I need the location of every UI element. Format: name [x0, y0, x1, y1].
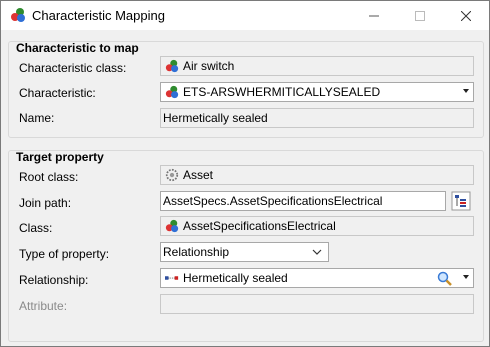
type-of-property-label: Type of property: [19, 247, 110, 261]
characteristic-group: Characteristic to map Characteristic cla… [8, 41, 484, 138]
join-path-picker-button[interactable] [451, 191, 471, 211]
title-bar[interactable]: Characteristic Mapping [1, 1, 489, 30]
characteristic-dropdown[interactable]: ETS-ARSWHERMITICALLYSEALED [160, 82, 474, 102]
root-class-label: Root class: [19, 170, 79, 184]
group-title: Characteristic to map [16, 41, 139, 55]
class-balls-icon [165, 59, 179, 73]
name-field: Hermetically sealed [160, 108, 474, 128]
dropdown-arrow-icon[interactable] [463, 275, 469, 279]
characteristic-label: Characteristic: [19, 86, 96, 100]
root-class-value: Asset [183, 168, 214, 182]
relationship-value: Hermetically sealed [183, 271, 288, 285]
class-value: AssetSpecificationsElectrical [183, 219, 336, 233]
window-title: Characteristic Mapping [32, 8, 165, 23]
characteristic-value: ETS-ARSWHERMITICALLYSEALED [183, 85, 381, 99]
magnifier-icon[interactable] [437, 271, 453, 287]
characteristic-class-field: Air switch [160, 56, 474, 76]
tree-picker-icon [451, 191, 471, 211]
close-icon [461, 10, 471, 21]
join-path-input[interactable]: AssetSpecs.AssetSpecificationsElectrical [160, 191, 446, 211]
join-path-label: Join path: [19, 196, 72, 210]
type-of-property-value: Relationship [163, 245, 230, 259]
relationship-label: Relationship: [19, 273, 89, 287]
class-balls-icon [165, 219, 179, 233]
minimize-icon [369, 15, 379, 16]
characteristic-class-value: Air switch [183, 59, 235, 73]
class-balls-icon [11, 8, 25, 22]
attribute-label: Attribute: [19, 299, 68, 313]
group-title: Target property [16, 150, 104, 164]
relationship-arrow-icon [165, 276, 179, 280]
name-value: Hermetically sealed [163, 111, 268, 125]
type-of-property-select[interactable]: Relationship [160, 242, 329, 262]
characteristic-class-label: Characteristic class: [19, 61, 127, 75]
characteristic-mapping-dialog: Characteristic Mapping Characteristic to… [0, 0, 490, 347]
chevron-down-icon [312, 249, 322, 255]
class-balls-icon [165, 85, 179, 99]
maximize-button[interactable] [397, 1, 443, 30]
minimize-button[interactable] [351, 1, 397, 30]
class-field: AssetSpecificationsElectrical [160, 216, 474, 236]
close-button[interactable] [443, 1, 489, 30]
class-label: Class: [19, 221, 53, 235]
attribute-field [160, 294, 474, 314]
name-label: Name: [19, 111, 55, 125]
root-class-field: Asset [160, 165, 474, 185]
maximize-icon [415, 10, 425, 21]
join-path-value: AssetSpecs.AssetSpecificationsElectrical [163, 194, 383, 208]
target-property-group: Target property Root class: Asset Join p… [8, 150, 484, 342]
relationship-dropdown[interactable]: Hermetically sealed [160, 268, 474, 288]
gear-cog-icon [165, 168, 179, 182]
dropdown-arrow-icon[interactable] [463, 89, 469, 93]
